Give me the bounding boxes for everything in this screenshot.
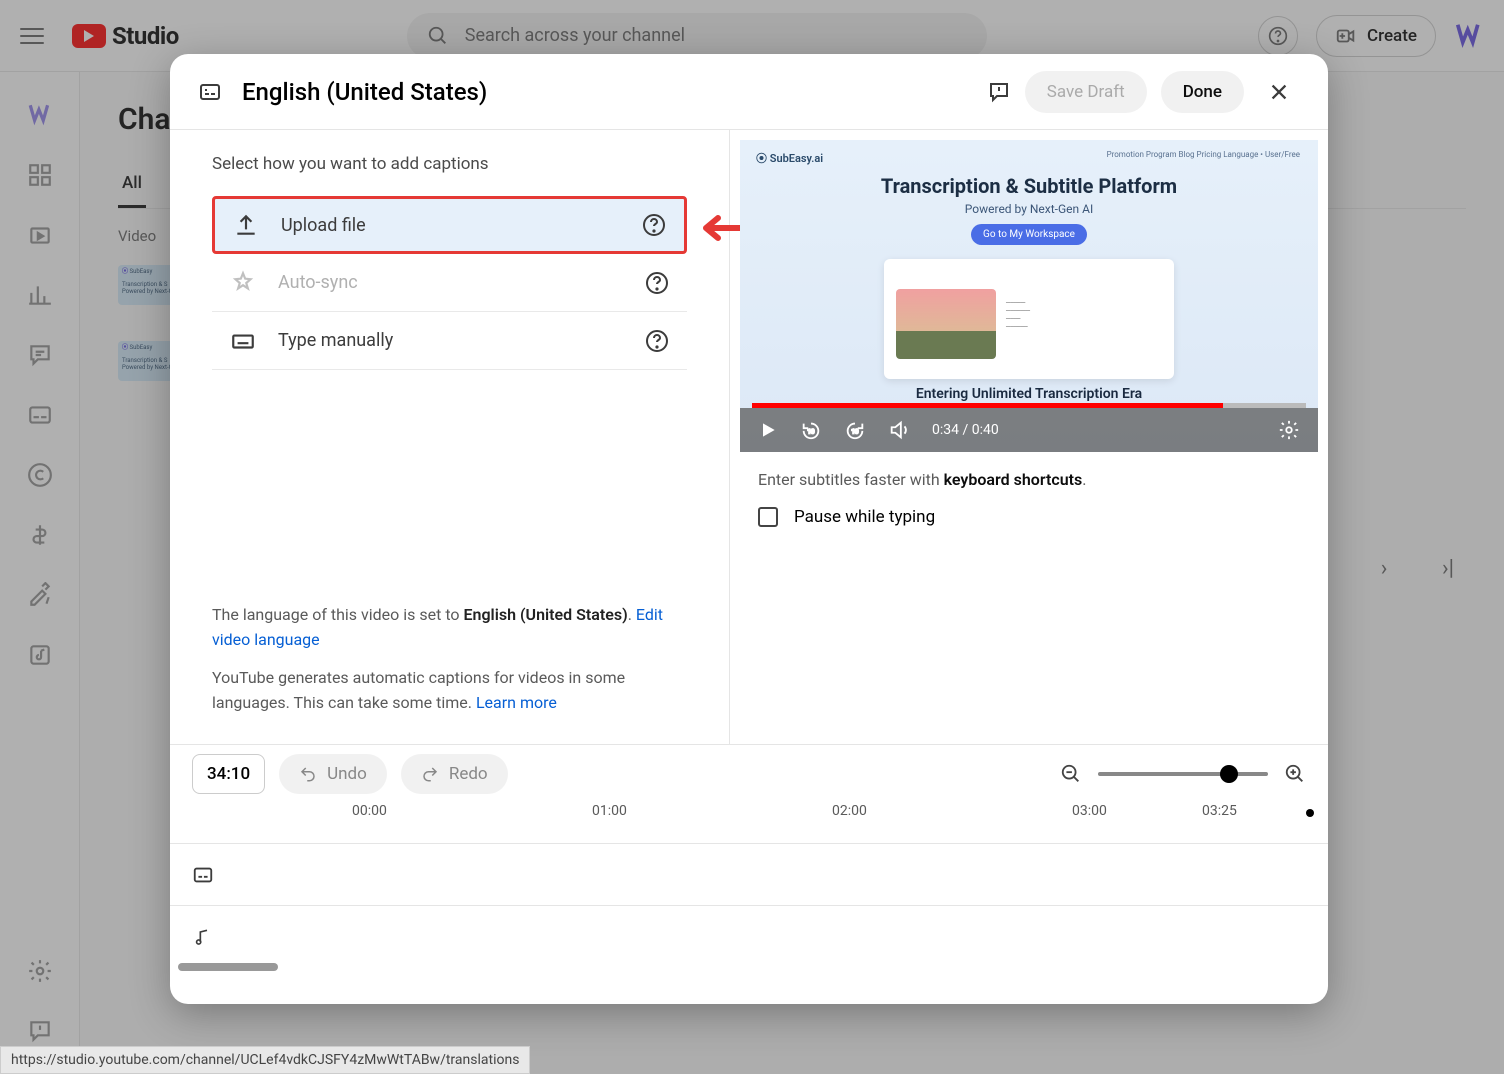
help-icon[interactable] xyxy=(645,329,669,353)
learn-more-link[interactable]: Learn more xyxy=(476,693,557,712)
note-icon xyxy=(192,927,212,947)
video-title-text: Transcription & Subtitle Platform xyxy=(881,174,1177,198)
svg-text:10: 10 xyxy=(807,428,815,436)
status-bar-url: https://studio.youtube.com/channel/UCLef… xyxy=(0,1046,530,1074)
video-time: 0:34 / 0:40 xyxy=(932,422,999,438)
play-icon[interactable] xyxy=(758,420,778,440)
rewind-10-icon[interactable]: 10 xyxy=(800,419,822,441)
keyboard-icon xyxy=(230,328,256,354)
captions-modal: English (United States) Save Draft Done … xyxy=(170,54,1328,1004)
subtitle-icon xyxy=(198,80,222,104)
info-block: The language of this video is set to Eng… xyxy=(212,603,687,724)
svg-text:10: 10 xyxy=(851,428,859,436)
done-button[interactable]: Done xyxy=(1161,71,1244,113)
forward-10-icon[interactable]: 10 xyxy=(844,419,866,441)
modal-header: English (United States) Save Draft Done xyxy=(170,54,1328,130)
modal-title: English (United States) xyxy=(242,78,487,106)
timeline-scrollbar[interactable] xyxy=(178,963,1328,973)
undo-button[interactable]: Undo xyxy=(279,754,387,794)
pause-label: Pause while typing xyxy=(794,507,935,527)
captions-options-pane: Select how you want to add captions Uplo… xyxy=(170,130,730,744)
video-player[interactable]: ⦿ SubEasy.ai Promotion Program Blog Pric… xyxy=(740,140,1318,452)
volume-icon[interactable] xyxy=(888,419,910,441)
undo-icon xyxy=(299,765,317,783)
close-icon xyxy=(1268,81,1290,103)
gear-icon[interactable] xyxy=(1278,419,1300,441)
redo-button[interactable]: Redo xyxy=(401,754,508,794)
annotation-arrow-icon xyxy=(698,213,742,243)
time-input[interactable]: 34:10 xyxy=(192,754,265,794)
option-upload-file[interactable]: Upload file xyxy=(212,196,687,254)
feedback-icon[interactable] xyxy=(987,80,1011,104)
keyboard-hint: Enter subtitles faster with keyboard sho… xyxy=(730,452,1328,489)
zoom-slider[interactable] xyxy=(1098,772,1268,776)
keyboard-shortcuts-link[interactable]: keyboard shortcuts xyxy=(944,470,1083,489)
subtitle-icon xyxy=(192,864,214,886)
caption-track[interactable] xyxy=(170,843,1328,905)
playhead-dot[interactable] xyxy=(1306,809,1314,817)
auto-sync-icon xyxy=(230,270,256,296)
save-draft-button[interactable]: Save Draft xyxy=(1025,71,1147,113)
redo-icon xyxy=(421,765,439,783)
option-type-manually[interactable]: Type manually xyxy=(212,312,687,370)
timeline-area: 34:10 Undo Redo 00:00 01:00 02:00 03:00 … xyxy=(170,744,1328,1004)
audio-track[interactable] xyxy=(170,905,1328,967)
zoom-out-icon[interactable] xyxy=(1060,763,1082,785)
upload-icon xyxy=(233,212,259,238)
video-pane: ⦿ SubEasy.ai Promotion Program Blog Pric… xyxy=(730,130,1328,744)
instruction-text: Select how you want to add captions xyxy=(212,154,687,174)
close-button[interactable] xyxy=(1258,71,1300,113)
help-icon[interactable] xyxy=(645,271,669,295)
zoom-in-icon[interactable] xyxy=(1284,763,1306,785)
help-icon[interactable] xyxy=(642,213,666,237)
timeline-ruler[interactable]: 00:00 01:00 02:00 03:00 03:25 xyxy=(192,803,1306,839)
pause-checkbox[interactable] xyxy=(758,507,778,527)
option-auto-sync: Auto-sync xyxy=(212,254,687,312)
